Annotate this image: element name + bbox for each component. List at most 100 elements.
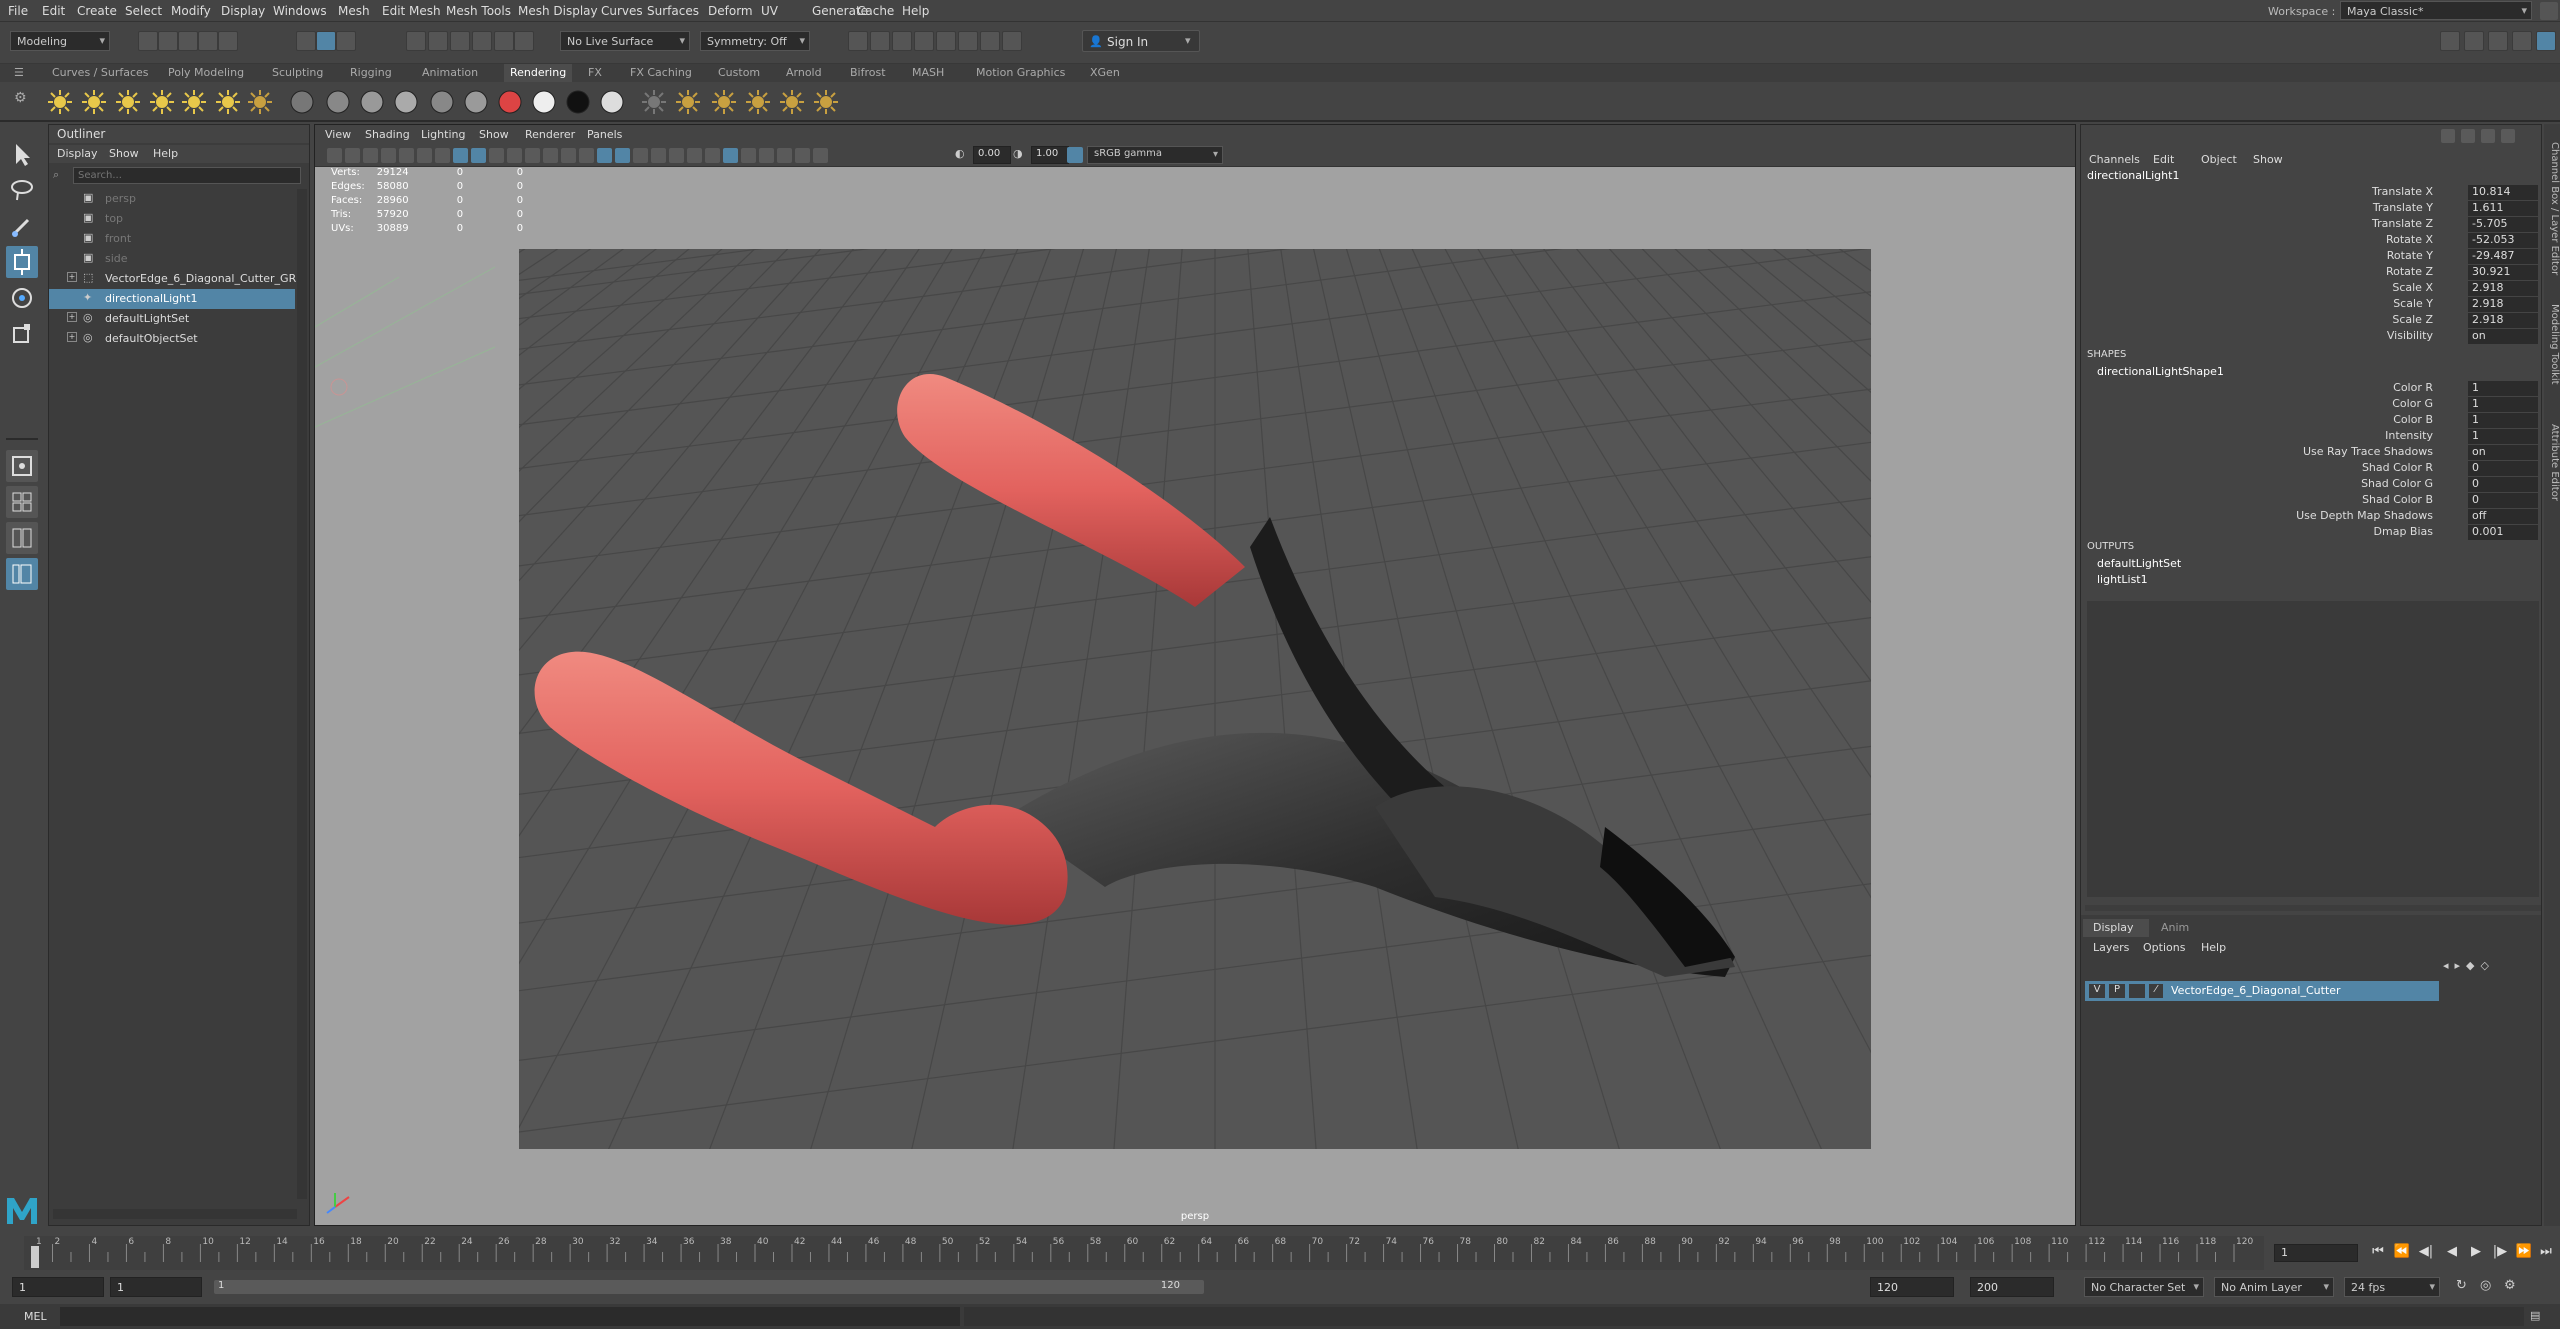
time-slider[interactable]: 1 2 4 6 8 10 12 14 16 18 20 22 24 26 28 30 32 34 36 38 40 42 4…: [0, 1236, 2560, 1270]
outliner-item-persp[interactable]: ▣ persp: [49, 189, 295, 209]
channel-scale-z[interactable]: Scale Z 2.918: [2081, 313, 2538, 329]
camera-icon[interactable]: [246, 88, 274, 116]
menu-edit[interactable]: Edit: [42, 4, 65, 18]
viewport-menu-show[interactable]: Show: [479, 128, 509, 141]
time-slider-ticks[interactable]: 1 2 4 6 8 10 12 14 16 18 20 22 24 26 28 30 32 34 36 38 40 42 4…: [24, 1236, 2264, 1270]
channel-intensity[interactable]: Intensity 1: [2081, 429, 2538, 445]
render-view-icon[interactable]: [710, 88, 738, 116]
tool-settings-toggle-icon[interactable]: [2512, 31, 2532, 51]
select-camera-icon[interactable]: [327, 148, 342, 163]
xray-joints-icon[interactable]: [795, 148, 810, 163]
phong-sphere-icon[interactable]: [358, 88, 386, 116]
motion-blur-icon[interactable]: [705, 148, 720, 163]
volume-light-icon[interactable]: [214, 88, 242, 116]
channel-box-settings-icon[interactable]: [2481, 129, 2495, 143]
search-icon[interactable]: ⌕: [53, 168, 67, 182]
tab-modeling-toolkit[interactable]: Modeling Toolkit: [2544, 304, 2560, 385]
step-back-frame-icon[interactable]: ◀|: [2416, 1244, 2436, 1264]
channel-box-lock-icon[interactable]: [2461, 129, 2475, 143]
layers-menu-help[interactable]: Help: [2201, 941, 2226, 954]
channel-value[interactable]: 30.921: [2468, 265, 2538, 280]
viewport-menu-renderer[interactable]: Renderer: [525, 128, 575, 141]
menu-modify[interactable]: Modify: [171, 4, 211, 18]
channel-value[interactable]: 1: [2468, 413, 2538, 428]
playback-options-icon[interactable]: ⚙: [2504, 1278, 2516, 1293]
layers-menu-options[interactable]: Options: [2143, 941, 2185, 954]
outliner-item-defaultobjectset[interactable]: + ◎ defaultObjectSet: [49, 329, 295, 349]
layer-buttons[interactable]: ◂▸◆◇: [2443, 959, 2533, 973]
use-background-icon[interactable]: [564, 88, 592, 116]
select-object-icon[interactable]: [316, 31, 336, 51]
channel-shad-color-r[interactable]: Shad Color R 0: [2081, 461, 2538, 477]
move-tool-icon[interactable]: [6, 246, 38, 278]
expand-icon[interactable]: +: [67, 312, 77, 322]
gate-mask-icon[interactable]: [489, 148, 504, 163]
shelf-options-icon[interactable]: ⚙: [14, 90, 27, 106]
playback-start-field[interactable]: 1: [110, 1277, 202, 1297]
script-editor-icon[interactable]: ▤: [2530, 1309, 2540, 1322]
snap-view-icon[interactable]: [472, 31, 492, 51]
anim-layer-dropdown[interactable]: No Anim Layer: [2214, 1277, 2334, 1297]
channel-value[interactable]: 1: [2468, 429, 2538, 444]
channel-value[interactable]: 0.001: [2468, 525, 2538, 540]
shelf-tab-rigging[interactable]: Rigging: [350, 66, 392, 79]
ambient-light-icon[interactable]: [46, 88, 74, 116]
snap-curve-icon[interactable]: [428, 31, 448, 51]
attribute-editor-toggle-icon[interactable]: [2488, 31, 2508, 51]
surface-shader-icon[interactable]: [530, 88, 558, 116]
render-sequence-icon[interactable]: [892, 31, 912, 51]
symmetry-dropdown[interactable]: Symmetry: Off: [700, 31, 810, 51]
menu-uv[interactable]: UV: [761, 4, 778, 18]
select-hierarchy-icon[interactable]: [296, 31, 316, 51]
wireframe-icon[interactable]: [561, 148, 576, 163]
snap-live-icon[interactable]: [514, 31, 534, 51]
shelf-tab-xgen[interactable]: XGen: [1090, 66, 1120, 79]
expand-icon[interactable]: +: [67, 332, 77, 342]
outliner-item-vectoredge-6-diagonal-cutter-grp[interactable]: + ⬚ VectorEdge_6_Diagonal_Cutter_GRP: [49, 269, 303, 289]
shelf-tab-poly-modeling[interactable]: Poly Modeling: [168, 66, 244, 79]
channel-translate-x[interactable]: Translate X 10.814: [2081, 185, 2538, 201]
exposure-field[interactable]: 0.00: [973, 146, 1011, 164]
render-view-icon[interactable]: [980, 31, 1000, 51]
outliner-menu-display[interactable]: Display: [57, 147, 98, 160]
shelf-tab-mash[interactable]: MASH: [912, 66, 944, 79]
render-sequence-icon[interactable]: [778, 88, 806, 116]
sign-in-button[interactable]: 👤 Sign In ▾: [1082, 30, 1200, 52]
channel-value[interactable]: 2.918: [2468, 281, 2538, 296]
channel-value[interactable]: 0: [2468, 493, 2538, 508]
open-scene-icon[interactable]: [158, 31, 178, 51]
menu-select[interactable]: Select: [125, 4, 162, 18]
two-view-layout-icon[interactable]: [6, 522, 38, 554]
channel-value[interactable]: -52.053: [2468, 233, 2538, 248]
channel-dmap-bias[interactable]: Dmap Bias 0.001: [2081, 525, 2538, 541]
channel-value[interactable]: on: [2468, 329, 2538, 344]
default-material-icon[interactable]: [597, 148, 612, 163]
shadows-icon[interactable]: [669, 148, 684, 163]
menu-mesh[interactable]: Mesh: [338, 4, 370, 18]
snap-grid-icon[interactable]: [406, 31, 426, 51]
command-language-label[interactable]: MEL: [24, 1310, 47, 1323]
layer-visibility-toggle[interactable]: V: [2089, 984, 2105, 998]
select-component-icon[interactable]: [336, 31, 356, 51]
menu-display[interactable]: Display: [221, 4, 265, 18]
grid-toggle-icon[interactable]: [435, 148, 450, 163]
textured-icon[interactable]: [633, 148, 648, 163]
layer-name[interactable]: VectorEdge_6_Diagonal_Cutter: [2171, 984, 2341, 997]
panel-splitter[interactable]: [2085, 905, 2541, 911]
redo-icon[interactable]: [218, 31, 238, 51]
channel-value[interactable]: on: [2468, 445, 2538, 460]
tab-anim[interactable]: Anim: [2161, 921, 2189, 934]
layers-menu-layers[interactable]: Layers: [2093, 941, 2129, 954]
save-scene-icon[interactable]: [178, 31, 198, 51]
gamma-icon[interactable]: ◑: [1013, 147, 1029, 163]
channel-translate-z[interactable]: Translate Z -5.705: [2081, 217, 2538, 233]
phonge-sphere-icon[interactable]: [392, 88, 420, 116]
hypershade-icon[interactable]: [958, 31, 978, 51]
menu-edit-mesh[interactable]: Edit Mesh: [382, 4, 441, 18]
channel-rotate-x[interactable]: Rotate X -52.053: [2081, 233, 2538, 249]
shelf-tab-bifrost[interactable]: Bifrost: [850, 66, 886, 79]
rotate-tool-icon[interactable]: [6, 282, 38, 314]
current-time-marker[interactable]: [31, 1246, 39, 1268]
outliner-menu-help[interactable]: Help: [153, 147, 178, 160]
tab-attribute-editor[interactable]: Attribute Editor: [2544, 424, 2560, 501]
